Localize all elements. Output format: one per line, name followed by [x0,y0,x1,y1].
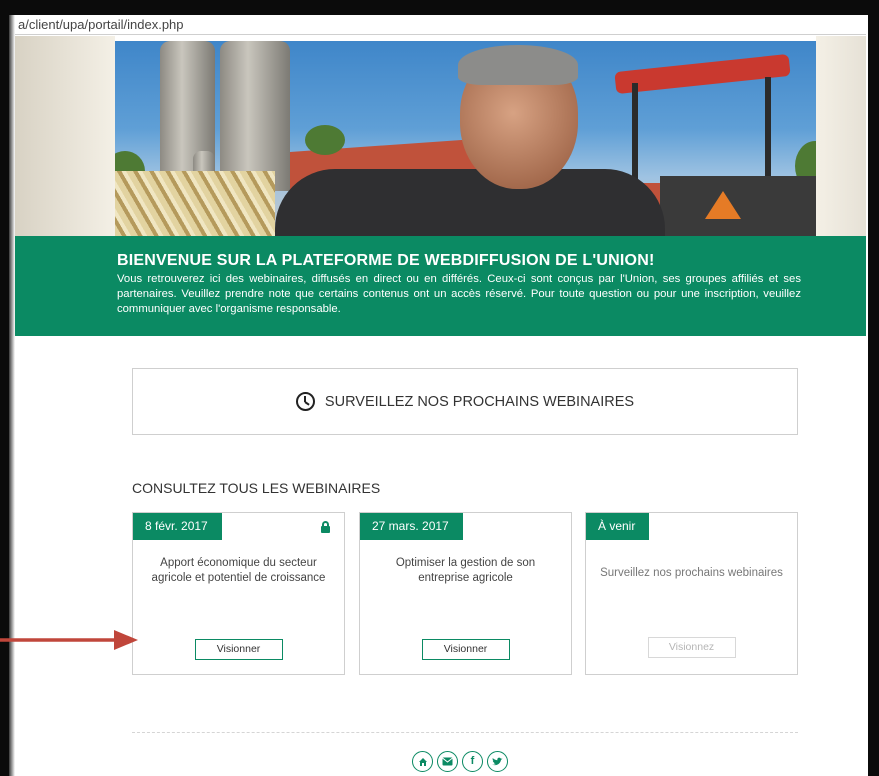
tractor-post [765,77,771,187]
screenshot-frame-right [868,0,879,776]
watch-button[interactable]: Visionner [194,639,283,660]
corn-silage-pile [115,171,275,236]
hero-backdrop-left [15,36,115,236]
lock-icon [321,521,330,533]
card-title: Surveillez nos prochains webinaires [600,567,783,579]
webinar-card: 27 mars. 2017 Optimiser la gestion de so… [359,512,572,675]
tree-shape [305,125,345,155]
red-arrow-annotation [0,630,138,650]
webinar-card: 8 févr. 2017 Apport économique du secteu… [132,512,345,675]
page: BIENVENUE SUR LA PLATEFORME DE WEBDIFFUS… [15,36,866,776]
hero-image [115,41,816,236]
card-title: Apport économique du secteur agricole et… [151,557,326,584]
card-title: Optimiser la gestion de son entreprise a… [395,557,536,584]
section-title: CONSULTEZ TOUS LES WEBINAIRES [132,480,381,496]
silo-shape [220,41,290,191]
url-text: a/client/upa/portail/index.php [18,17,184,32]
social-links: f [412,751,508,772]
card-date: 27 mars. 2017 [360,513,463,540]
webinar-card: À venir Surveillez nos prochains webinai… [585,512,798,675]
card-date: À venir [586,513,650,540]
screenshot-frame-top [0,0,879,15]
twitter-icon[interactable] [487,751,508,772]
screenshot-frame-left [0,0,9,776]
footer-divider [132,732,798,733]
tractor-post [632,83,638,188]
watch-button[interactable]: Visionner [421,639,510,660]
upcoming-webinars-label: SURVEILLEZ NOS PROCHAINS WEBINAIRES [324,393,635,410]
warning-triangle [705,191,741,219]
banner-title: BIENVENUE SUR LA PLATEFORME DE WEBDIFFUS… [117,252,655,269]
welcome-banner: BIENVENUE SUR LA PLATEFORME DE WEBDIFFUS… [15,236,866,336]
clock-icon [295,392,315,411]
man-hair [458,45,578,85]
hero-backdrop-right [816,36,866,236]
address-bar[interactable]: a/client/upa/portail/index.php [15,15,866,35]
home-icon[interactable] [412,751,433,772]
facebook-icon[interactable]: f [462,751,483,772]
card-date: 8 févr. 2017 [133,513,222,540]
upcoming-webinars-link[interactable]: SURVEILLEZ NOS PROCHAINS WEBINAIRES [132,368,798,435]
banner-description: Vous retrouverez ici des webinaires, dif… [117,273,801,315]
mail-icon[interactable] [437,751,458,772]
watch-button-disabled: Visionnez [647,637,736,658]
man-shirt [275,169,665,236]
